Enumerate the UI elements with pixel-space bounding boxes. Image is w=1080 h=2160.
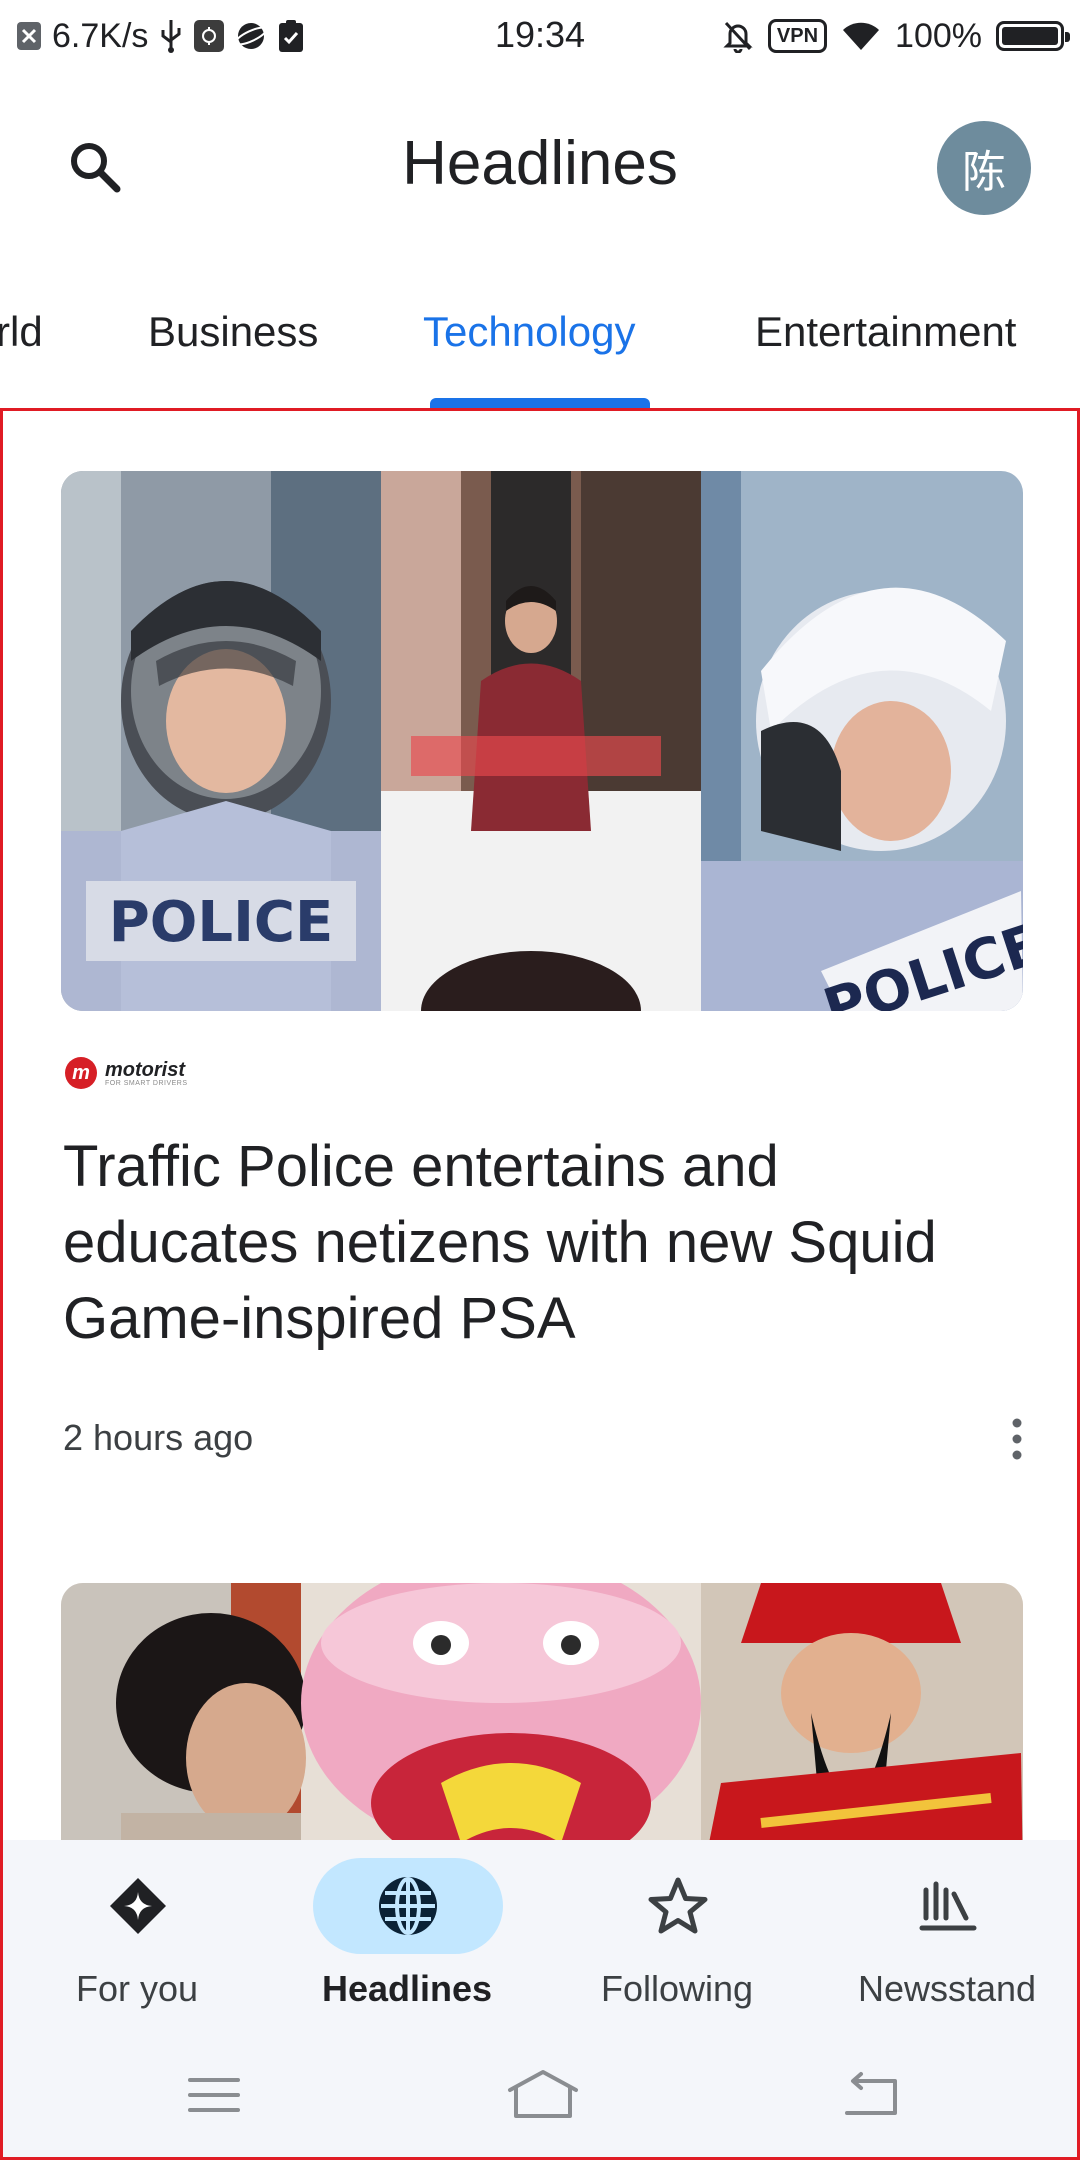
tab-world[interactable]: rld [0, 308, 43, 356]
nav-label: Following [600, 1968, 754, 2009]
app-bar: Headlines 陈 [0, 72, 1080, 264]
nav-for-you[interactable]: For you [27, 1858, 247, 2018]
story-image-2[interactable] [61, 1583, 1023, 1840]
vpn-badge: VPN [767, 19, 828, 53]
battery-level [1002, 27, 1058, 45]
nav-label: Newsstand [857, 1968, 1037, 2009]
story-headline[interactable]: Traffic Police entertains and educates n… [63, 1129, 1023, 1357]
newsstand-icon [919, 1881, 977, 1931]
nav-pill-active [313, 1858, 503, 1954]
wifi-icon [841, 20, 881, 52]
system-home-button[interactable] [498, 2060, 588, 2130]
bell-off-icon [722, 19, 754, 53]
nav-following[interactable]: Following [567, 1858, 787, 2018]
story-timestamp: 2 hours ago [63, 1417, 254, 1458]
battery-icon [996, 21, 1070, 51]
active-tab-indicator [430, 398, 650, 408]
home-outline-icon [508, 2070, 578, 2118]
publisher-text: motorist FOR SMART DRIVERS [105, 1060, 188, 1087]
publisher-name: motorist [105, 1058, 185, 1081]
for-you-diamond-icon [110, 1878, 166, 1934]
bottom-navigation: For you Headlines Following Newsstand [0, 1840, 1080, 2030]
globe-icon [379, 1877, 437, 1935]
battery-percent: 100% [895, 16, 982, 55]
page-title: Headlines [402, 129, 678, 198]
story-image[interactable]: POLICE POLICE [61, 471, 1023, 1011]
story-more-button[interactable] [993, 1409, 1041, 1469]
account-avatar[interactable]: 陈 [937, 121, 1031, 215]
news-feed: POLICE POLICE m motorist FOR SMART DRIVE… [0, 408, 1080, 1840]
section-tabs: rld Business Technology Entertainment [0, 264, 1080, 408]
system-navigation [0, 2030, 1080, 2160]
screen: 6.7K/s 19:34 VPN 100% Headlines 陈 rld Bu… [0, 0, 1080, 2160]
tab-business[interactable]: Business [148, 308, 318, 356]
status-bar: 6.7K/s 19:34 VPN 100% [0, 0, 1080, 72]
image-text-left: POLICE [109, 890, 334, 955]
nav-newsstand[interactable]: Newsstand [837, 1858, 1057, 2018]
nav-label: Headlines [321, 1968, 493, 2009]
publisher[interactable]: m motorist FOR SMART DRIVERS [65, 1057, 188, 1089]
nav-label: For you [75, 1968, 199, 2009]
nav-pill [583, 1858, 773, 1954]
tab-technology[interactable]: Technology [423, 308, 635, 356]
publisher-logo-icon: m [65, 1057, 97, 1089]
system-back-button[interactable] [826, 2060, 916, 2130]
nav-headlines[interactable]: Headlines [297, 1858, 517, 2018]
more-vert-icon [1012, 1418, 1022, 1460]
nav-pill [853, 1858, 1043, 1954]
star-icon [648, 1877, 708, 1934]
status-right: VPN 100% [722, 14, 1070, 58]
nav-pill [43, 1858, 233, 1954]
publisher-tagline: FOR SMART DRIVERS [105, 1079, 188, 1087]
back-arrow-icon [845, 2072, 897, 2115]
system-menu-button[interactable] [169, 2060, 259, 2130]
tab-entertainment[interactable]: Entertainment [755, 308, 1016, 356]
menu-lines-icon [188, 2078, 240, 2112]
